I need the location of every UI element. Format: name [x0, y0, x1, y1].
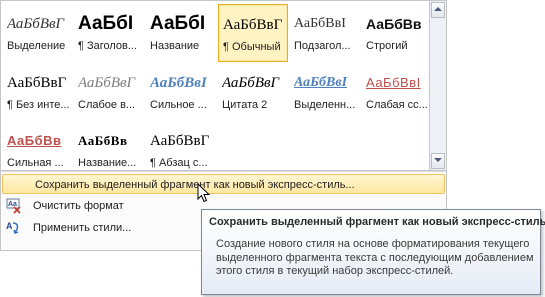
style-name: Слабое в...: [78, 99, 136, 111]
style-name: ¶ Без инте...: [7, 99, 70, 111]
tooltip-body: Создание нового стиля на основе форматир…: [216, 238, 534, 277]
style-tile[interactable]: АаБбI Название: [146, 4, 216, 62]
svg-text:Aa: Aa: [8, 201, 17, 208]
mouse-cursor-icon: [197, 183, 211, 203]
style-name: Название: [150, 40, 200, 52]
style-sample: АаБбВвГ: [222, 75, 280, 91]
style-sample: АаБбВвГ: [7, 75, 67, 91]
style-sample: АаБбВвІ: [294, 75, 348, 90]
style-tile[interactable]: АаБбВв Строгий: [362, 4, 432, 62]
style-name: ¶ Обычный: [223, 41, 281, 53]
style-sample: АаБбВвГ: [223, 17, 283, 33]
style-name: Подзагол...: [294, 40, 351, 52]
style-sample: АаБбВв: [78, 133, 128, 148]
style-name: Сильное ...: [150, 99, 207, 111]
clear-format-icon: Aa: [6, 198, 22, 214]
style-tile[interactable]: АаБбВвГ ¶ Обычный: [218, 4, 288, 62]
style-tile[interactable]: АаБбВвГ Цитата 2: [218, 63, 288, 121]
apply-styles-label: Применить стили...: [33, 222, 132, 234]
style-sample: АаБбВвI: [294, 16, 346, 31]
style-tile[interactable]: АаБбВвI Подзагол...: [290, 4, 360, 62]
clear-format-label: Очистить формат: [33, 200, 124, 212]
svg-text:A: A: [6, 221, 13, 231]
apply-styles-icon: A: [6, 220, 22, 236]
style-sample: АаБбВв: [7, 133, 62, 148]
style-sample: АаБбI: [78, 13, 134, 34]
scroll-up-button[interactable]: [431, 2, 445, 18]
style-name: Строгий: [366, 40, 408, 52]
quick-styles-gallery: АаБбВвГ Выделение АаБбI ¶ Заголов... АаБбI На…: [0, 0, 430, 171]
style-name: Выделенн...: [294, 99, 356, 111]
style-tile[interactable]: АаБбВвГ ¶ Без инте...: [3, 63, 73, 121]
style-name: Название...: [78, 157, 137, 169]
style-name: Выделение: [7, 40, 66, 52]
style-name: ¶ Абзац с...: [150, 157, 208, 169]
style-sample: АаБбВвГ: [150, 133, 210, 149]
style-name: Цитата 2: [222, 99, 268, 111]
style-name: Сильная ...: [7, 157, 64, 169]
save-quick-style-label: Сохранить выделенный фрагмент как новый …: [35, 179, 355, 191]
style-sample: АаБбВвГ: [78, 75, 136, 91]
style-sample: АаБбВвІ: [150, 75, 207, 91]
style-sample: АаБбВв: [366, 16, 422, 32]
style-tile[interactable]: АаБбI ¶ Заголов...: [74, 4, 144, 62]
tooltip: Сохранить выделенный фрагмент как новый …: [201, 209, 545, 295]
save-quick-style-item[interactable]: Сохранить выделенный фрагмент как новый …: [2, 174, 445, 194]
style-tile[interactable]: АаБбВвІ Слабая сс...: [362, 63, 432, 121]
style-sample: АаБбI: [150, 13, 206, 34]
style-sample: АаБбВвІ: [366, 75, 421, 90]
style-name: ¶ Заголов...: [78, 40, 138, 52]
style-tile[interactable]: АаБбВвІ Сильное ...: [146, 63, 216, 121]
style-sample: АаБбВвГ: [7, 16, 65, 32]
gallery-scrollbar[interactable]: [430, 0, 447, 171]
arrow-up-icon: [434, 7, 442, 11]
style-tile[interactable]: АаБбВвГ Слабое в...: [74, 63, 144, 121]
style-name: Слабая сс...: [366, 99, 428, 111]
style-tile[interactable]: АаБбВвІ Выделенн...: [290, 63, 360, 121]
tooltip-title: Сохранить выделенный фрагмент как новый …: [209, 216, 545, 228]
scroll-track[interactable]: [431, 18, 445, 154]
style-tile[interactable]: АаБбВвГ Выделение: [3, 4, 73, 62]
arrow-down-icon: [434, 158, 442, 162]
scroll-down-button[interactable]: [431, 153, 445, 169]
